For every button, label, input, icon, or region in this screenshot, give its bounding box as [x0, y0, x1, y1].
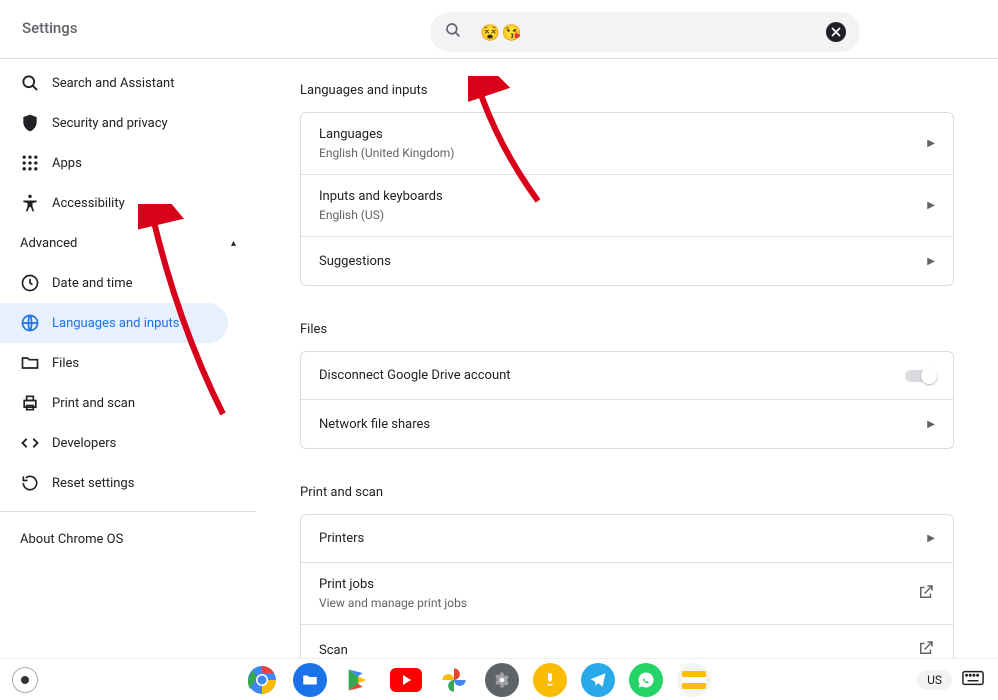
row-inputs-keyboards[interactable]: Inputs and keyboards English (US) ▶	[301, 175, 953, 237]
row-print-jobs[interactable]: Print jobs View and manage print jobs	[301, 563, 953, 625]
clock-icon	[20, 273, 40, 293]
row-title: Print jobs	[319, 577, 917, 592]
sidebar-item-files[interactable]: Files	[0, 343, 228, 383]
sidebar-item-apps[interactable]: Apps	[0, 143, 228, 183]
row-suggestions[interactable]: Suggestions ▶	[301, 237, 953, 285]
page-title: Settings	[22, 19, 78, 37]
chevron-right-icon: ▶	[927, 138, 935, 149]
taskbar: US	[0, 658, 998, 700]
app-icon[interactable]	[677, 663, 711, 697]
chevron-right-icon: ▶	[927, 200, 935, 211]
row-title: Suggestions	[319, 254, 927, 269]
sidebar-divider	[0, 511, 256, 512]
sidebar-item-label: Apps	[52, 156, 82, 171]
whatsapp-icon[interactable]	[629, 663, 663, 697]
launcher-button[interactable]	[12, 667, 38, 693]
code-icon	[20, 433, 40, 453]
row-subtitle: English (United Kingdom)	[319, 146, 927, 160]
printer-icon	[20, 393, 40, 413]
chevron-up-icon: ▴	[231, 238, 236, 249]
sidebar-item-label: Security and privacy	[52, 116, 168, 131]
section-title-print-scan: Print and scan	[300, 485, 954, 500]
shield-icon	[20, 113, 40, 133]
row-title: Inputs and keyboards	[319, 189, 927, 204]
sidebar-item-print-scan[interactable]: Print and scan	[0, 383, 228, 423]
reset-icon	[20, 473, 40, 493]
sidebar-item-label: Accessibility	[52, 196, 125, 211]
sidebar-item-date-time[interactable]: Date and time	[0, 263, 228, 303]
card-languages-inputs: Languages English (United Kingdom) ▶ Inp…	[300, 112, 954, 286]
chevron-right-icon: ▶	[927, 533, 935, 544]
row-network-shares[interactable]: Network file shares ▶	[301, 400, 953, 448]
sidebar-item-accessibility[interactable]: Accessibility	[0, 183, 228, 223]
section-title-files: Files	[300, 322, 954, 337]
search-icon	[20, 73, 40, 93]
taskbar-apps	[245, 663, 711, 697]
sidebar-item-developers[interactable]: Developers	[0, 423, 228, 463]
clear-search-button[interactable]	[826, 22, 846, 42]
ime-indicator[interactable]: US	[917, 670, 952, 690]
sidebar-item-search-assistant[interactable]: Search and Assistant	[0, 63, 228, 103]
chevron-right-icon: ▶	[927, 419, 935, 430]
sidebar-section-label: Advanced	[20, 236, 77, 251]
search-icon	[444, 21, 462, 43]
row-title: Languages	[319, 127, 927, 142]
row-languages[interactable]: Languages English (United Kingdom) ▶	[301, 113, 953, 175]
accessibility-icon	[20, 193, 40, 213]
sidebar-item-label: Print and scan	[52, 396, 135, 411]
external-link-icon	[917, 639, 935, 659]
sidebar-item-label: Files	[52, 356, 79, 371]
search-box[interactable]: 😵😘	[430, 12, 860, 52]
row-title: Network file shares	[319, 417, 927, 432]
sidebar-item-label: Date and time	[52, 276, 133, 291]
sidebar-item-label: Languages and inputs	[52, 316, 180, 331]
main-content: Languages and inputs Languages English (…	[256, 59, 998, 659]
row-title: Disconnect Google Drive account	[319, 368, 905, 383]
row-subtitle: English (US)	[319, 208, 927, 222]
play-store-icon[interactable]	[341, 663, 375, 697]
chrome-icon[interactable]	[245, 663, 279, 697]
sidebar-item-label: Reset settings	[52, 476, 134, 491]
sidebar-item-security[interactable]: Security and privacy	[0, 103, 228, 143]
external-link-icon	[917, 583, 935, 605]
toggle-disconnect-drive[interactable]	[905, 370, 935, 382]
files-app-icon[interactable]	[293, 663, 327, 697]
taskbar-status-tray: US	[917, 670, 984, 690]
apps-grid-icon	[20, 153, 40, 173]
sidebar-item-languages-inputs[interactable]: Languages and inputs	[0, 303, 228, 343]
chevron-right-icon: ▶	[927, 256, 935, 267]
section-title-languages: Languages and inputs	[300, 83, 954, 98]
row-printers[interactable]: Printers ▶	[301, 515, 953, 563]
youtube-icon[interactable]	[389, 663, 423, 697]
row-title: Scan	[319, 643, 917, 658]
photos-icon[interactable]	[437, 663, 471, 697]
header: Settings 😵😘	[0, 0, 998, 56]
keyboard-icon[interactable]	[962, 670, 984, 690]
folder-icon	[20, 353, 40, 373]
sidebar-item-label: Developers	[52, 436, 116, 451]
globe-icon	[20, 313, 40, 333]
telegram-icon[interactable]	[581, 663, 615, 697]
sidebar-item-reset[interactable]: Reset settings	[0, 463, 228, 503]
sidebar-item-label: Search and Assistant	[52, 76, 175, 91]
row-disconnect-drive[interactable]: Disconnect Google Drive account	[301, 352, 953, 400]
row-scan[interactable]: Scan	[301, 625, 953, 659]
card-print-scan: Printers ▶ Print jobs View and manage pr…	[300, 514, 954, 659]
sidebar-section-advanced[interactable]: Advanced ▴	[0, 223, 256, 263]
search-input[interactable]: 😵😘	[480, 23, 524, 42]
sidebar-item-about[interactable]: About Chrome OS	[0, 520, 256, 559]
row-title: Printers	[319, 531, 927, 546]
sidebar: Search and Assistant Security and privac…	[0, 59, 256, 659]
card-files: Disconnect Google Drive account Network …	[300, 351, 954, 449]
settings-app-icon[interactable]	[485, 663, 519, 697]
row-subtitle: View and manage print jobs	[319, 596, 917, 610]
keep-icon[interactable]	[533, 663, 567, 697]
